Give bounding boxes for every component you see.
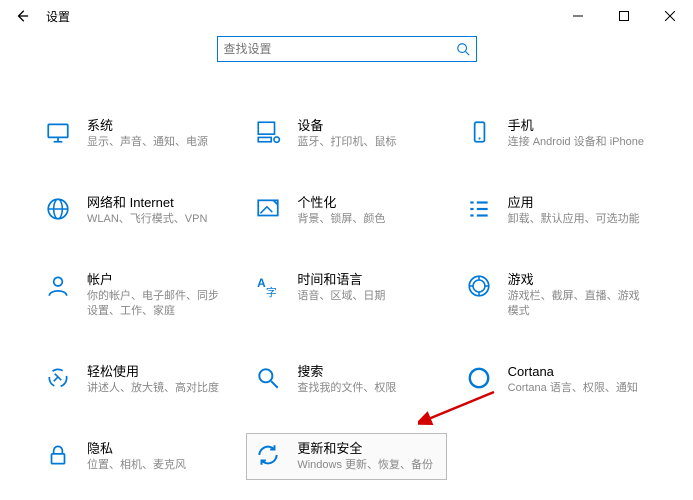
category-desc: Cortana 语言、权限、通知	[508, 381, 638, 396]
category-name: 轻松使用	[87, 363, 219, 381]
privacy-icon	[45, 442, 73, 470]
search-icon	[456, 42, 470, 56]
phone-icon	[466, 119, 494, 147]
category-time[interactable]: A字时间和语言语音、区域、日期	[246, 264, 446, 326]
category-desc: 查找我的文件、权限	[297, 381, 396, 396]
category-name: 网络和 Internet	[87, 194, 207, 212]
category-desc: 连接 Android 设备和 iPhone	[508, 135, 644, 150]
search-box[interactable]	[217, 36, 477, 62]
arrow-left-icon	[15, 9, 29, 23]
apps-icon	[466, 196, 494, 224]
category-desc: 你的帐户、电子邮件、同步设置、工作、家庭	[87, 289, 227, 319]
window-controls	[555, 0, 693, 32]
search-row	[0, 36, 693, 62]
category-name: 系统	[87, 117, 208, 135]
category-name: 帐户	[87, 271, 227, 289]
category-name: Cortana	[508, 363, 638, 381]
category-desc: WLAN、飞行模式、VPN	[87, 212, 207, 227]
category-apps[interactable]: 应用卸载、默认应用、可选功能	[457, 187, 657, 234]
time-icon: A字	[255, 273, 283, 301]
back-button[interactable]	[12, 6, 32, 26]
category-desc: 位置、相机、麦克风	[87, 458, 186, 473]
category-name: 手机	[508, 117, 644, 135]
network-icon	[45, 196, 73, 224]
gaming-icon	[466, 273, 494, 301]
window-title: 设置	[46, 8, 70, 25]
category-name: 时间和语言	[297, 271, 385, 289]
category-search[interactable]: 搜索查找我的文件、权限	[246, 356, 446, 403]
category-ease[interactable]: 轻松使用讲述人、放大镜、高对比度	[36, 356, 236, 403]
minimize-button[interactable]	[555, 0, 601, 32]
category-desc: Windows 更新、恢复、备份	[297, 458, 433, 473]
accounts-icon	[45, 273, 73, 301]
svg-text:A: A	[257, 276, 266, 290]
titlebar: 设置	[0, 0, 693, 32]
category-personal[interactable]: 个性化背景、锁屏、颜色	[246, 187, 446, 234]
category-desc: 显示、声音、通知、电源	[87, 135, 208, 150]
update-icon	[255, 442, 283, 470]
category-accounts[interactable]: 帐户你的帐户、电子邮件、同步设置、工作、家庭	[36, 264, 236, 326]
category-cortana[interactable]: CortanaCortana 语言、权限、通知	[457, 356, 657, 403]
category-network[interactable]: 网络和 InternetWLAN、飞行模式、VPN	[36, 187, 236, 234]
maximize-button[interactable]	[601, 0, 647, 32]
category-desc: 语音、区域、日期	[297, 289, 385, 304]
category-system[interactable]: 系统显示、声音、通知、电源	[36, 110, 236, 157]
category-name: 更新和安全	[297, 440, 433, 458]
category-name: 游戏	[508, 271, 648, 289]
search-input[interactable]	[224, 42, 456, 56]
category-name: 个性化	[297, 194, 385, 212]
system-icon	[45, 119, 73, 147]
category-desc: 游戏栏、截屏、直播、游戏模式	[508, 289, 648, 319]
category-desc: 卸载、默认应用、可选功能	[508, 212, 640, 227]
search-icon	[255, 365, 283, 393]
category-update[interactable]: 更新和安全Windows 更新、恢复、备份	[246, 433, 446, 480]
category-gaming[interactable]: 游戏游戏栏、截屏、直播、游戏模式	[457, 264, 657, 326]
category-devices[interactable]: 设备蓝牙、打印机、鼠标	[246, 110, 446, 157]
personal-icon	[255, 196, 283, 224]
maximize-icon	[619, 11, 629, 21]
category-desc: 讲述人、放大镜、高对比度	[87, 381, 219, 396]
settings-grid: 系统显示、声音、通知、电源设备蓝牙、打印机、鼠标手机连接 Android 设备和…	[0, 62, 693, 480]
category-name: 搜索	[297, 363, 396, 381]
close-icon	[665, 11, 675, 21]
category-desc: 蓝牙、打印机、鼠标	[297, 135, 396, 150]
category-desc: 背景、锁屏、颜色	[297, 212, 385, 227]
devices-icon	[255, 119, 283, 147]
category-name: 设备	[297, 117, 396, 135]
svg-text:字: 字	[266, 285, 277, 299]
category-privacy[interactable]: 隐私位置、相机、麦克风	[36, 433, 236, 480]
category-name: 应用	[508, 194, 640, 212]
minimize-icon	[573, 11, 583, 21]
category-name: 隐私	[87, 440, 186, 458]
close-button[interactable]	[647, 0, 693, 32]
ease-icon	[45, 365, 73, 393]
category-phone[interactable]: 手机连接 Android 设备和 iPhone	[457, 110, 657, 157]
cortana-icon	[466, 365, 494, 393]
